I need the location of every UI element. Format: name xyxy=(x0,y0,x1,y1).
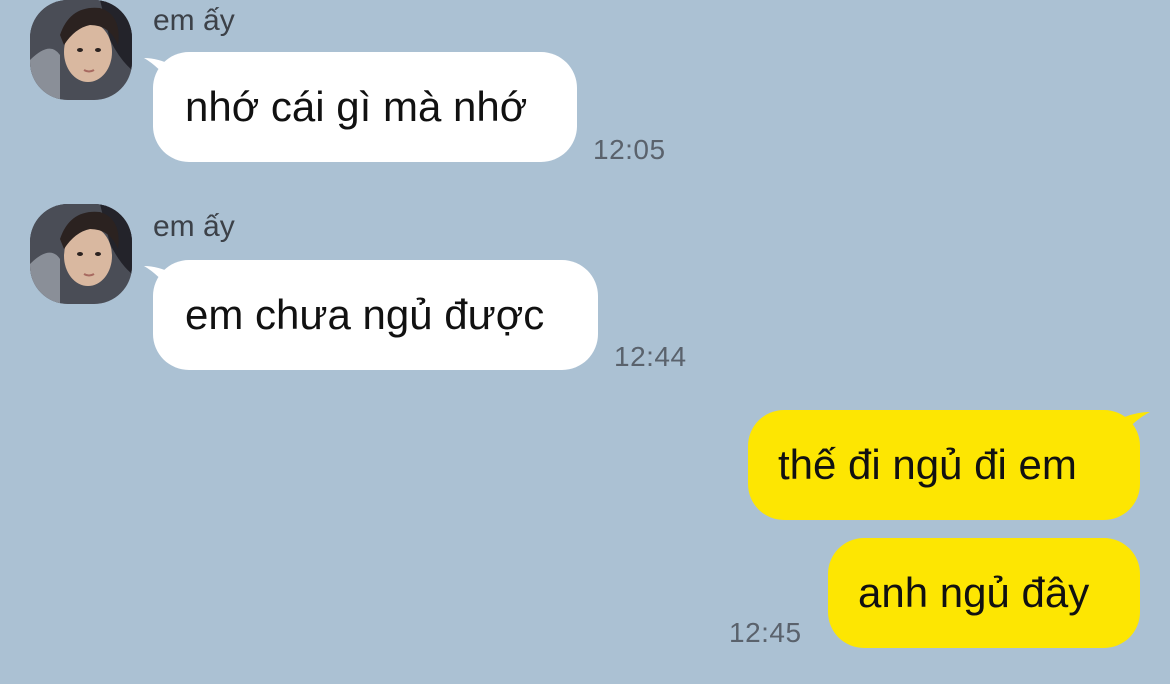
sender-name: em ấy xyxy=(153,210,235,243)
incoming-message-bubble[interactable]: nhớ cái gì mà nhớ xyxy=(153,52,577,162)
message-text: anh ngủ đây xyxy=(858,569,1090,616)
sender-name: em ấy xyxy=(153,4,235,37)
message-timestamp: 12:45 xyxy=(729,617,802,648)
message-text: em chưa ngủ được xyxy=(185,291,545,338)
incoming-message-bubble[interactable]: em chưa ngủ được xyxy=(153,260,598,370)
outgoing-message-bubble[interactable]: thế đi ngủ đi em xyxy=(748,410,1140,520)
outgoing-message-bubble[interactable]: anh ngủ đây xyxy=(828,538,1140,648)
contact-avatar[interactable] xyxy=(30,0,132,100)
message-timestamp: 12:44 xyxy=(614,341,687,372)
message-text: nhớ cái gì mà nhớ xyxy=(185,83,528,130)
avatar-photo xyxy=(30,204,132,304)
message-text: thế đi ngủ đi em xyxy=(778,441,1077,488)
message-timestamp: 12:05 xyxy=(593,134,666,165)
avatar-photo xyxy=(30,0,132,100)
contact-avatar[interactable] xyxy=(30,204,132,304)
